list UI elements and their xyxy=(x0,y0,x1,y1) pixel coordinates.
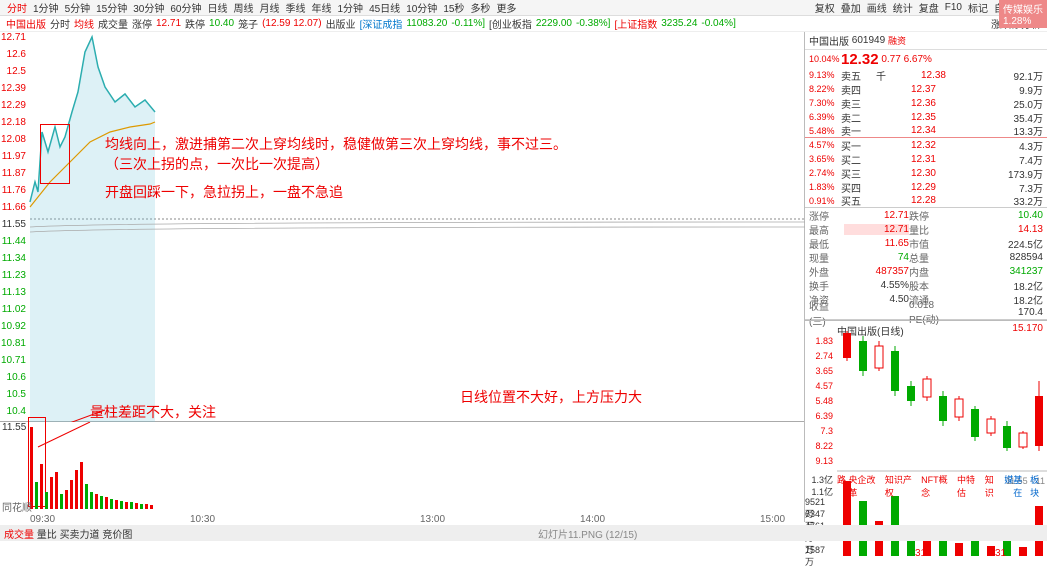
tf-item[interactable]: 10分钟 xyxy=(406,0,437,15)
intraday-chart-panel: 12.71 12.6 12.5 12.39 12.29 12.18 12.08 … xyxy=(0,32,805,522)
tf-item[interactable]: 1分钟 xyxy=(338,0,364,15)
tab-vol[interactable]: 成交量 xyxy=(4,526,34,541)
tf-item[interactable]: 日线 xyxy=(208,0,228,15)
tf-item[interactable]: 45日线 xyxy=(369,0,400,15)
annotation-text-2: 开盘回踩一下，急拉拐上，一盘不急追 xyxy=(105,182,343,202)
bottom-status-bar: 成交量 量比 买卖力道 竞价图 幻灯片11.PNG (12/15) xyxy=(0,525,1047,541)
file-label: 幻灯片11.PNG (12/15) xyxy=(538,526,637,541)
tf-item[interactable]: 更多 xyxy=(496,0,516,15)
menu-item[interactable]: 复权 xyxy=(815,0,835,15)
volume-chart[interactable]: 量柱差距不大，关注 11.55 xyxy=(0,422,804,512)
tf-item[interactable]: 分时 xyxy=(7,0,27,15)
menu-item[interactable]: F10 xyxy=(945,2,962,13)
annotation-text-3: 量柱差距不大，关注 xyxy=(90,402,216,422)
tf-item[interactable]: 月线 xyxy=(260,0,280,15)
tab-force[interactable]: 买卖力道 xyxy=(60,526,100,541)
menu-item[interactable]: 标记 xyxy=(968,0,988,15)
stock-header: 中国出版 601949 融资 传媒娱乐1.28% xyxy=(805,32,1047,50)
menu-item[interactable]: 画线 xyxy=(867,0,887,15)
menu-item[interactable]: 叠加 xyxy=(841,0,861,15)
menu-item[interactable]: 复盘 xyxy=(919,0,939,15)
tf-item[interactable]: 多秒 xyxy=(470,0,490,15)
sym-name: 中国出版 xyxy=(6,16,46,31)
mini-high: 15.170 xyxy=(1012,323,1043,334)
sector-tag[interactable]: 传媒娱乐1.28% xyxy=(999,0,1047,28)
annotation-box-1 xyxy=(40,124,70,184)
annotation-text-1b: （三次上拐的点，一次比一次提高） xyxy=(105,154,329,174)
price-line-svg xyxy=(0,32,805,422)
price-chart[interactable]: 12.71 12.6 12.5 12.39 12.29 12.18 12.08 … xyxy=(0,32,804,422)
ths-label: 同花顺 xyxy=(2,499,32,514)
tf-item[interactable]: 30分钟 xyxy=(133,0,164,15)
price-header: 10.04% 12.32 0.77 6.67% xyxy=(805,50,1047,68)
price-y-axis: 12.71 12.6 12.5 12.39 12.29 12.18 12.08 … xyxy=(0,32,28,421)
annotation-text-4: 日线位置不大好，上方压力大 xyxy=(460,387,642,407)
time-axis: 09:30 10:30 13:00 14:00 15:00 xyxy=(0,512,804,526)
tab-ratio[interactable]: 量比 xyxy=(37,526,57,541)
volume-bars-svg xyxy=(0,422,805,512)
tf-item[interactable]: 周线 xyxy=(234,0,254,15)
menu-item[interactable]: 统计 xyxy=(893,0,913,15)
timeframe-menu[interactable]: 分时 1分钟 5分钟 15分钟 30分钟 60分钟 日线 周线 月线 季线 年线… xyxy=(0,0,1047,16)
mini-title: 中国出版(日线) xyxy=(837,323,904,338)
order-book: 9.13%卖五千12.3892.1万 8.22%卖四12.379.9万 7.30… xyxy=(805,68,1047,208)
vol-max-label: 11.55 xyxy=(2,422,26,433)
tf-item[interactable]: 季线 xyxy=(286,0,306,15)
stock-info-bar: 中国出版 分时 均线 成交量 涨停 12.71 跌停 10.40 笼子 (12.… xyxy=(0,16,1047,32)
concept-tags[interactable]: 路 央企改革 知识产权 NFT概念 中特估 知识 媒基在板块 xyxy=(837,473,1047,499)
tf-item[interactable]: 60分钟 xyxy=(170,0,201,15)
quote-panel: 中国出版 601949 融资 传媒娱乐1.28% 10.04% 12.32 0.… xyxy=(805,32,1047,522)
stock-stats: 涨停12.71跌停10.40 最高12.71量比14.13 最低11.65市值2… xyxy=(805,208,1047,320)
tf-item[interactable]: 15秒 xyxy=(443,0,464,15)
annotation-box-2 xyxy=(28,417,46,507)
tab-auction[interactable]: 竞价图 xyxy=(102,526,132,541)
tf-item[interactable]: 5分钟 xyxy=(65,0,91,15)
annotation-text-1: 均线向上，激进捕第二次上穿均线时，稳健做第三次上穿均线，事不过三。 xyxy=(105,134,567,154)
tf-item[interactable]: 15分钟 xyxy=(96,0,127,15)
tf-item[interactable]: 年线 xyxy=(312,0,332,15)
tf-item[interactable]: 1分钟 xyxy=(33,0,59,15)
